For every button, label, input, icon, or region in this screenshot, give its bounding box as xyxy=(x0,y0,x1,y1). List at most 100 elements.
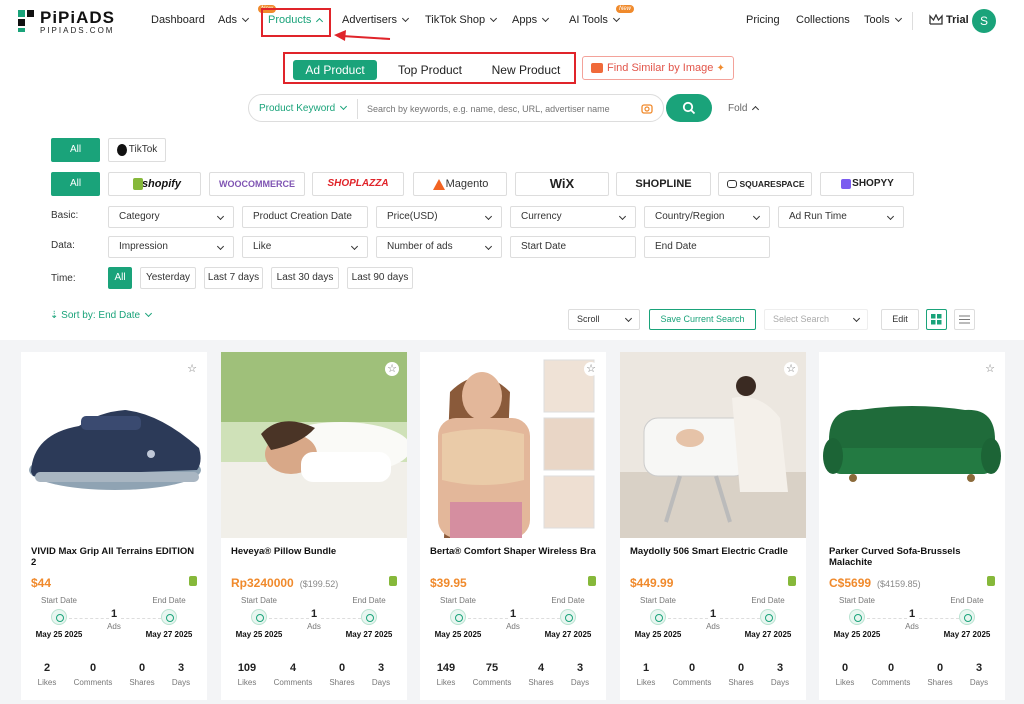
days-count: 3 xyxy=(377,662,385,674)
end-date-label: End Date xyxy=(751,596,785,605)
favorite-star-icon[interactable]: ☆ xyxy=(584,362,598,376)
time-7-days-button[interactable]: Last 7 days xyxy=(204,267,263,289)
platform-tiktok-button[interactable]: TikTok xyxy=(108,138,166,162)
days-count: 3 xyxy=(776,662,784,674)
start-date-field[interactable]: Start Date xyxy=(510,236,636,258)
store-shopyy-button[interactable]: SHOPYY xyxy=(820,172,914,196)
grid-view-button[interactable] xyxy=(926,309,947,330)
pipiads-logo[interactable]: PiPiADS PIPIADS.COM xyxy=(18,8,118,36)
product-card[interactable]: ☆ Parker Curved Sofa-Brussels Malachite … xyxy=(819,352,1005,700)
tab-new-product[interactable]: New Product xyxy=(483,60,569,80)
store-shoplazza-button[interactable]: SHOPLAZZA xyxy=(312,172,404,196)
save-current-search-button[interactable]: Save Current Search xyxy=(649,309,756,330)
nav-dashboard[interactable]: Dashboard xyxy=(151,14,205,26)
platform-all-button[interactable]: All xyxy=(51,138,100,162)
find-similar-by-image-button[interactable]: Find Similar by Image ✦ xyxy=(582,56,734,80)
ad-run-time-dropdown[interactable]: Ad Run Time xyxy=(778,206,904,228)
sort-icon: ⇣ xyxy=(50,310,62,321)
nav-ads[interactable]: Ads xyxy=(218,14,250,26)
sort-dropdown[interactable]: ⇣ Sort by: End Date xyxy=(50,309,153,321)
original-price: ($4159.85) xyxy=(877,579,921,589)
select-search-dropdown[interactable]: Select Search xyxy=(764,309,868,330)
magento-icon xyxy=(433,179,445,190)
store-shopline-button[interactable]: SHOPLINE xyxy=(616,172,711,196)
likes-count: 1 xyxy=(642,662,650,674)
chevron-down-icon xyxy=(484,212,493,221)
price-value: $39.95 xyxy=(430,576,467,590)
number-of-ads-dropdown[interactable]: Number of ads xyxy=(376,236,502,258)
nav-trial[interactable]: Trial xyxy=(946,14,969,26)
timeline-dash xyxy=(321,618,361,619)
end-date-icon xyxy=(959,609,975,625)
product-title: Maydolly 506 Smart Electric Cradle xyxy=(630,546,788,557)
start-date-icon xyxy=(650,609,666,625)
store-all-button[interactable]: All xyxy=(51,172,100,196)
store-wix-button[interactable]: WiX xyxy=(515,172,609,196)
fold-toggle[interactable]: Fold xyxy=(728,103,760,114)
nav-tiktok-shop[interactable]: TikTok Shop xyxy=(425,14,498,26)
end-date-field[interactable]: End Date xyxy=(644,236,770,258)
avatar[interactable]: S xyxy=(972,9,996,33)
country-region-dropdown[interactable]: Country/Region xyxy=(644,206,770,228)
start-date-value: May 25 2025 xyxy=(634,630,682,639)
shares-label: Shares xyxy=(528,678,554,687)
product-card[interactable]: ☆ Berta® Comfort Shaper Wireless Bra $39… xyxy=(420,352,606,700)
tiktok-icon xyxy=(117,144,127,156)
red-arrow-icon xyxy=(334,30,391,41)
product-card[interactable]: ☆ VIVID Max Grip All Terrains EDITION 2 … xyxy=(21,352,207,700)
product-card[interactable]: ☆ Maydolly 506 Smart Electric Cradle $44… xyxy=(620,352,806,700)
search-button[interactable] xyxy=(666,94,712,122)
likes-count: 2 xyxy=(43,662,51,674)
time-yesterday-button[interactable]: Yesterday xyxy=(140,267,196,289)
shopify-icon xyxy=(389,576,397,586)
shares-label: Shares xyxy=(329,678,355,687)
currency-dropdown[interactable]: Currency xyxy=(510,206,636,228)
search-type-select[interactable]: Product Keyword xyxy=(259,102,348,114)
ads-label: Ads xyxy=(506,622,520,631)
list-view-button[interactable] xyxy=(954,309,975,330)
impression-dropdown[interactable]: Impression xyxy=(108,236,234,258)
comments-label: Comments xyxy=(871,678,911,687)
tab-top-product[interactable]: Top Product xyxy=(387,60,473,80)
price-dropdown[interactable]: Price(USD) xyxy=(376,206,502,228)
store-magento-button[interactable]: Magento xyxy=(413,172,507,196)
comments-count: 0 xyxy=(887,662,895,674)
nav-advertisers[interactable]: Advertisers xyxy=(342,14,410,26)
nav-apps[interactable]: Apps xyxy=(512,14,550,26)
product-creation-date-field[interactable]: Product Creation Date xyxy=(242,206,368,228)
product-card[interactable]: ☆ Heveya® Pillow Bundle Rp3240000 ($199.5… xyxy=(221,352,407,700)
nav-pricing[interactable]: Pricing xyxy=(746,14,780,26)
start-date-icon xyxy=(251,609,267,625)
like-dropdown[interactable]: Like xyxy=(242,236,368,258)
shopify-icon xyxy=(987,576,995,586)
category-dropdown[interactable]: Category xyxy=(108,206,234,228)
edit-button[interactable]: Edit xyxy=(881,309,919,330)
nav-tools[interactable]: Tools xyxy=(864,14,902,26)
favorite-star-icon[interactable]: ☆ xyxy=(983,362,997,376)
store-woocommerce-button[interactable]: WOOCOMMERCE xyxy=(209,172,305,196)
chevron-down-icon xyxy=(484,242,493,251)
price-value: C$5699 xyxy=(829,576,872,590)
image-search-icon[interactable] xyxy=(641,103,653,115)
scroll-mode-dropdown[interactable]: Scroll xyxy=(568,309,640,330)
search-input[interactable] xyxy=(367,101,627,117)
chevron-up-icon xyxy=(752,105,760,114)
store-squarespace-button[interactable]: SQUARESPACE xyxy=(718,172,812,196)
shares-count: 0 xyxy=(138,662,146,674)
store-shopify-button[interactable]: shopify xyxy=(108,172,201,196)
favorite-star-icon[interactable]: ☆ xyxy=(385,362,399,376)
time-all-button[interactable]: All xyxy=(108,267,132,289)
nav-ai-tools[interactable]: AI Tools xyxy=(569,14,620,26)
nav-tiktok-shop-label: TikTok Shop xyxy=(425,14,486,26)
chevron-down-icon xyxy=(241,14,250,23)
time-30-days-button[interactable]: Last 30 days xyxy=(271,267,339,289)
favorite-star-icon[interactable]: ☆ xyxy=(784,362,798,376)
start-date-label: Start Date xyxy=(639,596,676,605)
ai-tools-new-badge: New xyxy=(616,5,635,13)
like-label: Like xyxy=(253,241,272,252)
time-90-days-button[interactable]: Last 90 days xyxy=(347,267,413,289)
nav-collections[interactable]: Collections xyxy=(796,14,850,26)
favorite-star-icon[interactable]: ☆ xyxy=(185,362,199,376)
product-price: $39.95 xyxy=(430,576,473,590)
tab-ad-product[interactable]: Ad Product xyxy=(293,60,377,80)
